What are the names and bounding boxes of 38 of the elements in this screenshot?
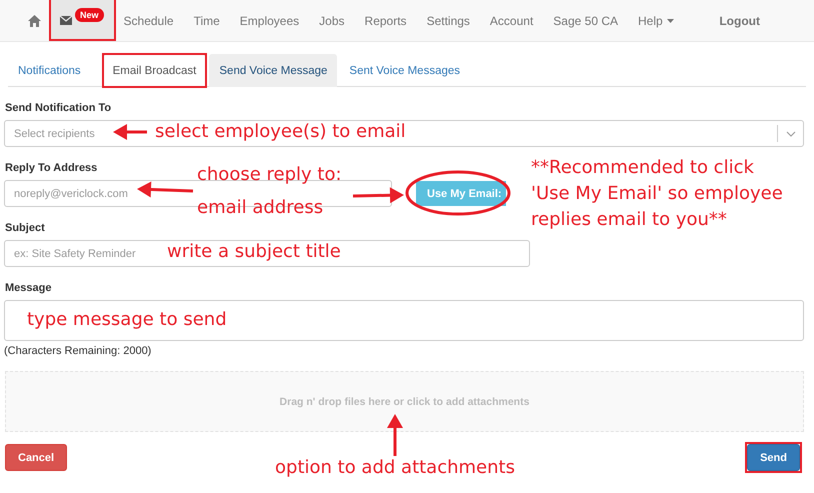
nav-link[interactable]: Jobs: [309, 0, 355, 41]
tab[interactable]: Email Broadcast: [102, 54, 206, 87]
logout-link[interactable]: Logout: [709, 0, 770, 41]
nav-link[interactable]: Schedule: [114, 0, 184, 41]
envelope-icon: [60, 16, 72, 25]
nav-link[interactable]: Sage 50 CA: [543, 0, 628, 41]
field-label: Reply To Address: [5, 162, 98, 174]
annotation-note: select employee(s) to email: [155, 120, 406, 144]
messages-link[interactable]: New: [51, 0, 114, 41]
field-label: Subject: [5, 222, 45, 234]
nav-link[interactable]: Reports: [354, 0, 417, 41]
nav-link[interactable]: Settings: [416, 0, 480, 41]
cancel-button[interactable]: Cancel: [5, 444, 68, 471]
subject-field[interactable]: ex: Site Safety Reminder write a subject title: [4, 240, 530, 267]
nav-link[interactable]: Account: [480, 0, 544, 41]
annotation-arrow: [137, 182, 194, 198]
chevron-icon: [786, 130, 796, 136]
field-label: Send Notification To: [5, 102, 112, 114]
field-label: Message: [5, 282, 52, 294]
nav-link[interactable]: Employees: [230, 0, 310, 41]
send-button[interactable]: Send: [747, 444, 800, 471]
nav-link[interactable]: Time: [184, 0, 230, 41]
tab[interactable]: Sent Voice Messages: [339, 54, 470, 87]
annotation-note: write a subject title: [167, 240, 341, 264]
annotation-arrow: [387, 414, 403, 456]
caret-icon: [666, 18, 674, 22]
tab[interactable]: Notifications: [8, 54, 91, 87]
help-menu[interactable]: Help: [628, 0, 684, 41]
characters-remaining: (Characters Remaining: 2000): [4, 345, 152, 357]
annotation-note: **Recommended to click 'Use My Email' so employee replies email to you**: [531, 156, 783, 232]
new-badge: New: [75, 8, 104, 22]
annotation-note: type message to send: [27, 308, 227, 332]
tab[interactable]: Send Voice Message: [209, 54, 338, 87]
annotation-arrow: [113, 124, 147, 140]
home-icon: [28, 14, 41, 26]
annotation-note: option to add attachments: [275, 456, 515, 480]
annotation-arrow: [352, 187, 404, 204]
message-field[interactable]: type message to send: [4, 300, 804, 341]
